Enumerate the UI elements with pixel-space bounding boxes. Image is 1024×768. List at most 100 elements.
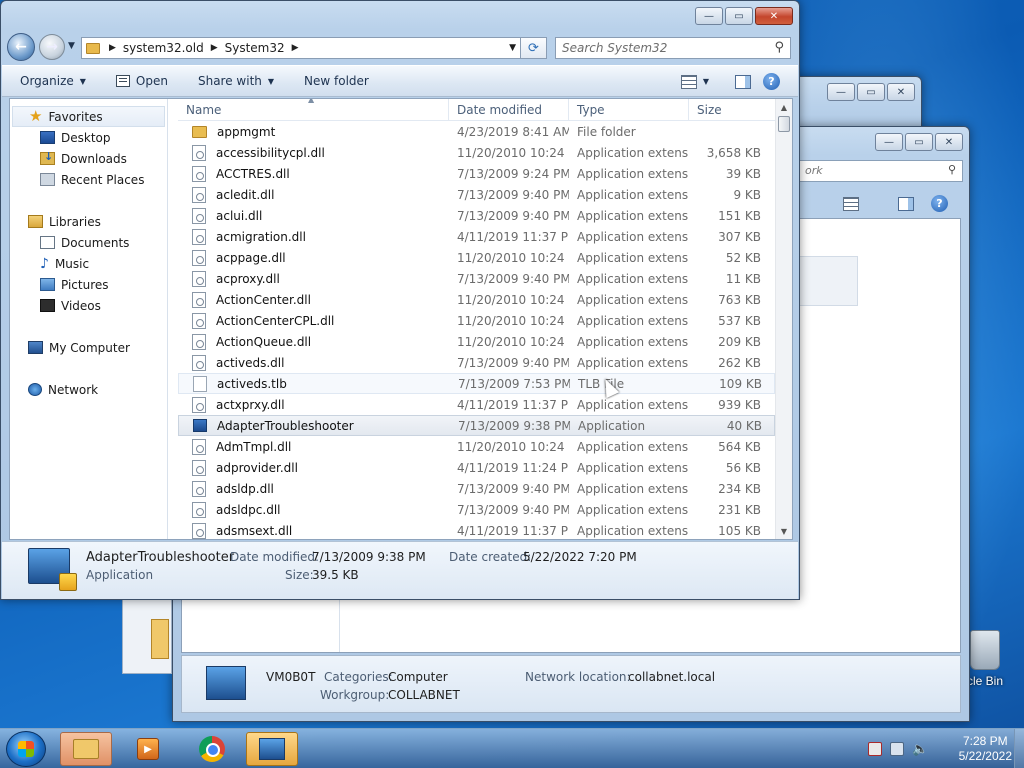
file-size-cell: 231 KB xyxy=(718,502,761,517)
explorer-window[interactable]: — ▭ ✕ ← → ▼ ▶ system32.old ▶ System32 ▶ … xyxy=(0,0,800,600)
network-icon xyxy=(28,383,42,396)
preview-pane-icon[interactable] xyxy=(735,74,751,89)
show-desktop-button[interactable] xyxy=(1014,729,1024,768)
maximize-icon[interactable]: ▭ xyxy=(725,7,753,25)
caption-buttons: — ▭ ✕ xyxy=(695,7,793,25)
preview-pane-icon[interactable] xyxy=(898,197,914,211)
file-row[interactable]: adprovider.dll 4/11/2019 11:24 PM Applicat… xyxy=(178,457,775,478)
file-row[interactable]: activeds.dll 7/13/2009 9:40 PM Application… xyxy=(178,352,775,373)
minimize-icon[interactable]: — xyxy=(827,83,855,101)
maximize-icon[interactable]: ▭ xyxy=(857,83,885,101)
help-icon[interactable]: ? xyxy=(763,73,780,90)
nav-recent-places[interactable]: Recent Places xyxy=(10,169,167,190)
open-button[interactable]: Open xyxy=(115,74,168,88)
taskbar-media-player-button[interactable]: ▶ xyxy=(122,732,174,766)
workgroup-label: Workgroup: xyxy=(320,688,390,702)
column-type[interactable]: Type xyxy=(569,99,689,120)
file-size-cell: 52 KB xyxy=(725,250,761,265)
file-row[interactable]: AdapterTroubleshooter 7/13/2009 9:38 PM Ap… xyxy=(178,415,775,436)
taskbar-chrome-button[interactable] xyxy=(186,732,238,766)
scroll-up-icon[interactable]: ▲ xyxy=(776,99,792,115)
start-button[interactable] xyxy=(6,731,46,767)
scroll-down-icon[interactable]: ▼ xyxy=(776,523,792,539)
close-icon[interactable]: ✕ xyxy=(935,133,963,151)
maximize-icon[interactable]: ▭ xyxy=(905,133,933,151)
nav-favorites[interactable]: ★ Favorites xyxy=(12,106,165,127)
chevron-right-icon[interactable]: ▶ xyxy=(292,43,299,53)
column-size[interactable]: Size xyxy=(689,99,769,120)
file-row[interactable]: appmgmt 4/23/2019 8:41 AM File folder xyxy=(178,121,775,142)
taskbar-network-button[interactable] xyxy=(246,732,298,766)
file-row[interactable]: ActionQueue.dll 11/20/2010 10:24 ... Appli… xyxy=(178,331,775,352)
breadcrumb-system32-old[interactable]: system32.old xyxy=(123,41,204,55)
scroll-thumb[interactable] xyxy=(778,116,790,132)
file-row[interactable]: acppage.dll 11/20/2010 10:24 ... Applicati… xyxy=(178,247,775,268)
file-row[interactable]: accessibilitycpl.dll 11/20/2010 10:24 ...… xyxy=(178,142,775,163)
vertical-scrollbar[interactable]: ▲ ▼ xyxy=(775,99,792,539)
file-row[interactable]: adsldpc.dll 7/13/2009 9:40 PM Application … xyxy=(178,499,775,520)
file-size-cell: 56 KB xyxy=(725,460,761,475)
nav-videos[interactable]: Videos xyxy=(10,295,167,316)
taskbar-explorer-button[interactable] xyxy=(60,732,112,766)
file-type-cell: Application extens... xyxy=(577,439,689,454)
nav-libraries[interactable]: Libraries xyxy=(10,211,167,232)
address-dropdown-icon[interactable]: ▼ xyxy=(509,43,516,53)
window2-tile[interactable] xyxy=(798,256,858,306)
file-type-cell: Application extens... xyxy=(577,460,689,475)
column-date-modified[interactable]: Date modified xyxy=(449,99,569,120)
file-row[interactable]: ACCTRES.dll 7/13/2009 9:24 PM Application … xyxy=(178,163,775,184)
file-name-cell: AdapterTroubleshooter xyxy=(179,419,450,433)
recent-pages-dropdown-icon[interactable]: ▼ xyxy=(68,41,75,51)
search-input[interactable]: Search System32 ⚲ xyxy=(555,37,791,59)
file-row[interactable]: aclui.dll 7/13/2009 9:40 PM Application ex… xyxy=(178,205,775,226)
volume-icon[interactable]: 🔈 xyxy=(912,742,928,757)
file-row[interactable]: activeds.tlb 7/13/2009 7:53 PM TLB File 109… xyxy=(178,373,775,394)
nav-music[interactable]: ♪ Music xyxy=(10,253,167,274)
file-date-cell: 4/23/2019 8:41 AM xyxy=(457,124,569,139)
new-folder-button[interactable]: New folder xyxy=(304,74,369,88)
nav-desktop[interactable]: Desktop xyxy=(10,127,167,148)
address-bar[interactable]: ▶ system32.old ▶ System32 ▶ ▼ xyxy=(81,37,521,59)
nav-my-computer[interactable]: My Computer xyxy=(10,337,167,358)
file-name-cell: AdmTmpl.dll xyxy=(178,438,449,455)
refresh-button[interactable]: ⟳ xyxy=(521,37,547,59)
change-view-icon[interactable] xyxy=(680,74,697,89)
file-row[interactable]: ActionCenterCPL.dll 11/20/2010 10:24 ... A… xyxy=(178,310,775,331)
minimize-icon[interactable]: — xyxy=(695,7,723,25)
nav-downloads[interactable]: Downloads xyxy=(10,148,167,169)
share-with-button[interactable]: Share with ▼ xyxy=(198,74,274,88)
nav-network[interactable]: Network xyxy=(10,379,167,400)
file-row[interactable]: AdmTmpl.dll 11/20/2010 10:24 ... Applicati… xyxy=(178,436,775,457)
organize-button[interactable]: Organize ▼ xyxy=(20,74,86,88)
help-icon[interactable]: ? xyxy=(931,195,948,212)
nav-pictures[interactable]: Pictures xyxy=(10,274,167,295)
window2-search-input[interactable]: ork ⚲ xyxy=(798,160,963,182)
forward-button[interactable]: → xyxy=(39,34,65,60)
column-name[interactable]: ▲ Name xyxy=(178,99,449,120)
file-row[interactable]: ActionCenter.dll 11/20/2010 10:24 ... Appl… xyxy=(178,289,775,310)
view-controls: ▼ ? xyxy=(680,73,780,90)
file-icon xyxy=(193,375,207,392)
file-row[interactable]: adsldp.dll 7/13/2009 9:40 PM Application e… xyxy=(178,478,775,499)
close-icon[interactable]: ✕ xyxy=(887,83,915,101)
close-icon[interactable]: ✕ xyxy=(755,7,793,25)
chevron-right-icon[interactable]: ▶ xyxy=(109,43,116,53)
windows-logo-icon xyxy=(18,741,34,757)
chevron-right-icon[interactable]: ▶ xyxy=(211,43,218,53)
breadcrumb-system32[interactable]: System32 xyxy=(225,41,285,55)
clock[interactable]: 7:28 PM 5/22/2022 xyxy=(959,734,1012,764)
pictures-icon xyxy=(40,278,55,291)
chevron-down-icon[interactable]: ▼ xyxy=(703,77,709,86)
back-button[interactable]: ← xyxy=(7,33,35,61)
network-tray-icon[interactable] xyxy=(890,742,904,756)
minimize-icon[interactable]: — xyxy=(875,133,903,151)
file-row[interactable]: actxprxy.dll 4/11/2019 11:37 PM Applicatio… xyxy=(178,394,775,415)
file-row[interactable]: acmigration.dll 4/11/2019 11:37 PM Applica… xyxy=(178,226,775,247)
nav-documents[interactable]: Documents xyxy=(10,232,167,253)
file-row[interactable]: acproxy.dll 7/13/2009 9:40 PM Application … xyxy=(178,268,775,289)
file-row[interactable]: adsmsext.dll 4/11/2019 11:37 PM Applicatio… xyxy=(178,520,775,539)
network-location-label: Network location: xyxy=(525,670,631,684)
view-options-icon[interactable] xyxy=(843,197,859,211)
file-row[interactable]: acledit.dll 7/13/2009 9:40 PM Application … xyxy=(178,184,775,205)
action-center-flag-icon[interactable] xyxy=(868,742,882,756)
